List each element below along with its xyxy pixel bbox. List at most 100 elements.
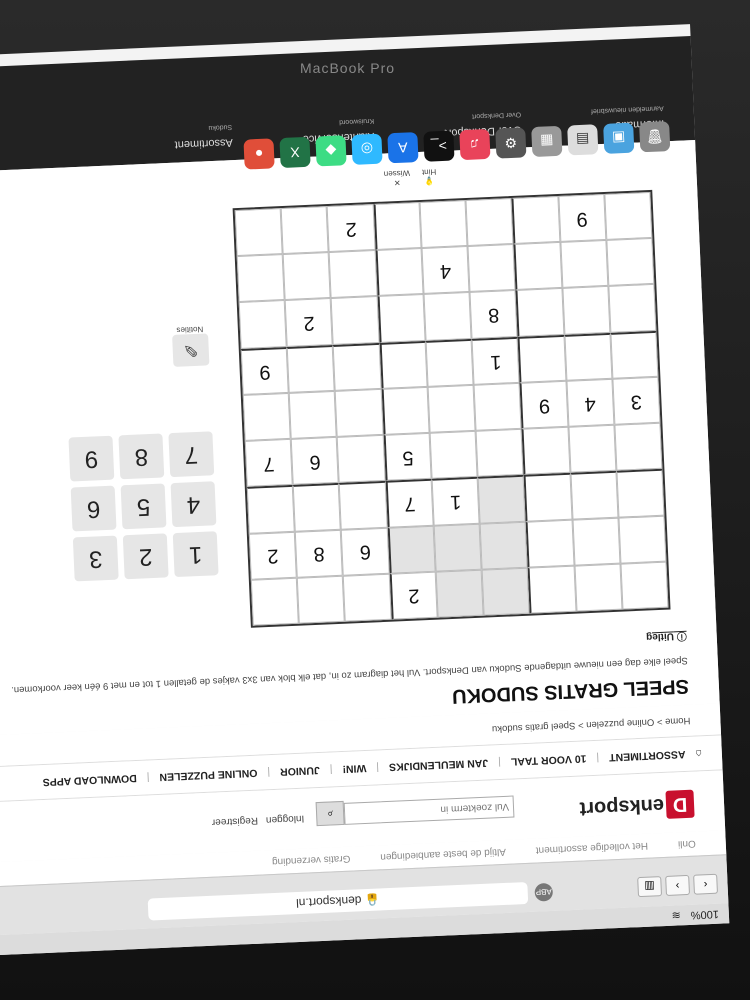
sudoku-cell[interactable]: 4	[421, 246, 470, 295]
sudoku-cell[interactable]	[527, 565, 577, 614]
pad-key-8[interactable]: 8	[118, 433, 165, 480]
sudoku-cell[interactable]: 8	[294, 529, 344, 578]
nav-item[interactable]: WIN!	[342, 762, 366, 775]
sudoku-cell[interactable]	[561, 286, 611, 335]
sudoku-cell[interactable]	[511, 196, 560, 245]
sudoku-cell[interactable]	[329, 250, 378, 299]
sudoku-cell[interactable]	[423, 292, 472, 341]
appstore-icon[interactable]: A	[387, 132, 419, 164]
sudoku-cell[interactable]	[620, 561, 669, 610]
nav-item[interactable]: ASSORTIMENT	[609, 748, 686, 763]
sudoku-cell[interactable]	[618, 515, 667, 564]
sudoku-cell[interactable]: 2	[327, 204, 376, 253]
music-icon[interactable]: ♫	[459, 128, 491, 161]
pad-key-6[interactable]: 6	[70, 485, 117, 532]
login-link[interactable]: Inloggen	[266, 813, 305, 826]
sudoku-cell[interactable]: 5	[383, 432, 432, 482]
excel-icon[interactable]: X	[279, 136, 311, 169]
sudoku-cell[interactable]	[563, 332, 613, 381]
sudoku-cell[interactable]	[339, 481, 388, 530]
sudoku-cell[interactable]	[343, 573, 392, 622]
sudoku-cell[interactable]	[481, 567, 530, 616]
sudoku-cell[interactable]	[515, 288, 564, 337]
sudoku-cell[interactable]	[246, 485, 295, 534]
sudoku-cell[interactable]	[373, 202, 422, 251]
sudoku-cell[interactable]	[286, 344, 336, 393]
sudoku-cell[interactable]	[297, 575, 346, 624]
sudoku-cell[interactable]	[377, 294, 426, 343]
sudoku-cell[interactable]	[335, 388, 384, 437]
settings-icon[interactable]: ⚙	[495, 127, 527, 159]
sudoku-cell[interactable]: 8	[469, 290, 518, 339]
sudoku-cell[interactable]	[234, 208, 283, 257]
pad-key-5[interactable]: 5	[120, 483, 167, 530]
sudoku-cell[interactable]	[521, 426, 571, 476]
register-link[interactable]: Registreer	[212, 815, 259, 828]
nav-item[interactable]: ONLINE PUZZELEN	[159, 767, 257, 783]
folder-icon[interactable]: ▣	[603, 122, 635, 154]
sudoku-cell[interactable]	[379, 340, 428, 389]
android-icon[interactable]: ◆	[315, 135, 347, 167]
sudoku-cell[interactable]	[574, 563, 623, 612]
pad-key-3[interactable]: 3	[72, 535, 119, 582]
sudoku-cell[interactable]: 7	[385, 479, 434, 528]
sudoku-cell[interactable]: 9	[519, 380, 569, 429]
notities-button[interactable]: ✎ Notities	[172, 324, 210, 367]
sudoku-cell[interactable]	[608, 284, 657, 333]
search-input[interactable]	[343, 795, 515, 825]
sudoku-cell[interactable]	[387, 525, 436, 574]
sudoku-cell[interactable]	[559, 240, 609, 289]
sudoku-cell[interactable]	[467, 244, 516, 293]
sudoku-cell[interactable]	[429, 430, 478, 480]
nav-item[interactable]: 10 VOOR TAAL	[511, 752, 587, 767]
sudoku-cell[interactable]	[331, 296, 380, 345]
sudoku-cell[interactable]	[465, 198, 514, 247]
sudoku-cell[interactable]	[236, 254, 285, 303]
sudoku-cell[interactable]	[479, 521, 528, 570]
nav-item[interactable]: JAN MEULENDIJKS	[389, 757, 489, 773]
pad-key-4[interactable]: 4	[170, 481, 217, 528]
pad-key-2[interactable]: 2	[122, 533, 169, 580]
sudoku-cell[interactable]: 9	[240, 346, 289, 395]
back-button[interactable]: ‹	[693, 873, 718, 895]
sudoku-cell[interactable]: 2	[284, 298, 334, 347]
terminal-icon[interactable]: >_	[423, 130, 455, 162]
adblock-icon[interactable]: ABP	[534, 882, 554, 902]
sudoku-cell[interactable]	[427, 384, 476, 433]
forward-button[interactable]: ›	[665, 874, 690, 896]
pad-key-9[interactable]: 9	[68, 435, 115, 482]
safari-icon[interactable]: ◎	[351, 133, 383, 165]
sudoku-cell[interactable]	[570, 471, 619, 520]
sudoku-cell[interactable]: 6	[341, 527, 390, 576]
sudoku-cell[interactable]	[433, 523, 482, 572]
sudoku-cell[interactable]: 1	[471, 336, 520, 385]
sudoku-cell[interactable]: 6	[290, 436, 340, 486]
sudoku-cell[interactable]	[606, 238, 655, 287]
sudoku-cell[interactable]	[604, 191, 653, 241]
sudoku-cell[interactable]	[572, 517, 621, 566]
sudoku-cell[interactable]: 4	[566, 378, 615, 427]
site-logo[interactable]: D enksport	[579, 789, 695, 823]
sudoku-cell[interactable]: 7	[244, 438, 293, 488]
sudoku-cell[interactable]	[381, 386, 430, 435]
sudoku-cell[interactable]	[435, 569, 484, 618]
sudoku-cell[interactable]	[337, 434, 386, 484]
sudoku-cell[interactable]: 3	[612, 376, 661, 425]
pad-key-1[interactable]: 1	[172, 531, 219, 578]
sudoku-cell[interactable]	[238, 300, 287, 349]
sudoku-cell[interactable]	[517, 334, 567, 383]
preview-icon[interactable]: ▤	[567, 124, 599, 156]
sudoku-cell[interactable]	[292, 483, 342, 532]
sudoku-cell[interactable]	[473, 382, 522, 431]
sudoku-cell[interactable]	[610, 330, 659, 379]
sudoku-cell[interactable]	[419, 200, 468, 249]
nav-item[interactable]: DOWNLOAD APPS	[42, 772, 137, 788]
sudoku-cell[interactable]: 1	[431, 477, 480, 526]
sudoku-cell[interactable]	[614, 422, 663, 472]
trash-icon[interactable]: 🗑	[639, 121, 671, 153]
sudoku-cell[interactable]: 9	[557, 193, 607, 243]
sudoku-cell[interactable]	[425, 338, 474, 387]
sudoku-cell[interactable]	[280, 206, 330, 255]
sudoku-cell[interactable]	[525, 519, 575, 568]
sudoku-cell[interactable]: 2	[389, 571, 438, 620]
